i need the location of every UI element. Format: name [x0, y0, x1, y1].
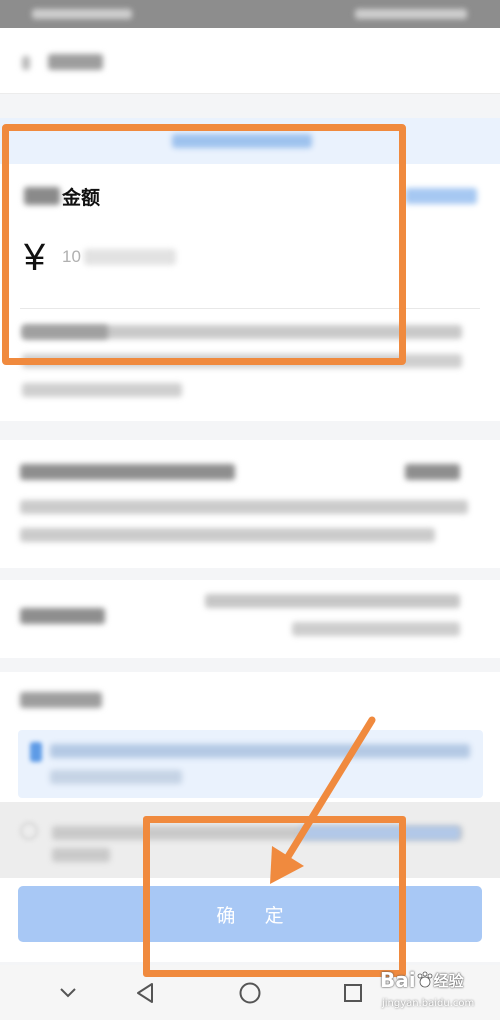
back-icon[interactable]	[22, 56, 30, 70]
info-text-2	[50, 770, 182, 784]
annotation-highlight-button	[143, 816, 406, 977]
info-text-1	[50, 744, 470, 758]
baidu-jingyan-watermark: Bai 经验 jingyan.baidu.com	[380, 968, 492, 1014]
back-triangle-icon[interactable]	[130, 979, 160, 1007]
repay-all-link[interactable]	[405, 188, 477, 204]
account-value-1	[205, 594, 460, 608]
chevron-down-icon[interactable]	[53, 979, 83, 1007]
method-action[interactable]	[405, 464, 460, 480]
watermark-url: jingyan.baidu.com	[382, 998, 475, 1009]
status-bar	[0, 0, 500, 28]
tip-line-3	[22, 383, 182, 397]
status-bar-left	[32, 9, 132, 19]
method-desc-1	[20, 500, 468, 514]
recent-square-icon[interactable]	[338, 979, 368, 1007]
watermark-logo-text: Bai	[380, 968, 416, 992]
method-title	[20, 464, 235, 480]
agreement-checkbox[interactable]	[20, 822, 38, 840]
annotation-highlight-amount	[2, 124, 406, 365]
repay-method-section[interactable]	[0, 440, 500, 568]
info-icon	[30, 742, 42, 762]
method-desc-2	[20, 528, 435, 542]
page-title	[48, 54, 103, 70]
account-section[interactable]	[0, 580, 500, 658]
account-label	[20, 608, 105, 624]
paw-icon	[417, 971, 433, 988]
section-title	[20, 692, 102, 708]
watermark-logo: Bai 经验	[380, 968, 464, 992]
status-bar-right	[355, 9, 467, 19]
page-header	[0, 28, 500, 94]
info-box	[18, 730, 483, 798]
watermark-logo-suffix: 经验	[433, 971, 464, 990]
home-circle-icon[interactable]	[235, 979, 265, 1007]
agreement-text-2	[52, 848, 110, 862]
account-value-2	[292, 622, 460, 636]
